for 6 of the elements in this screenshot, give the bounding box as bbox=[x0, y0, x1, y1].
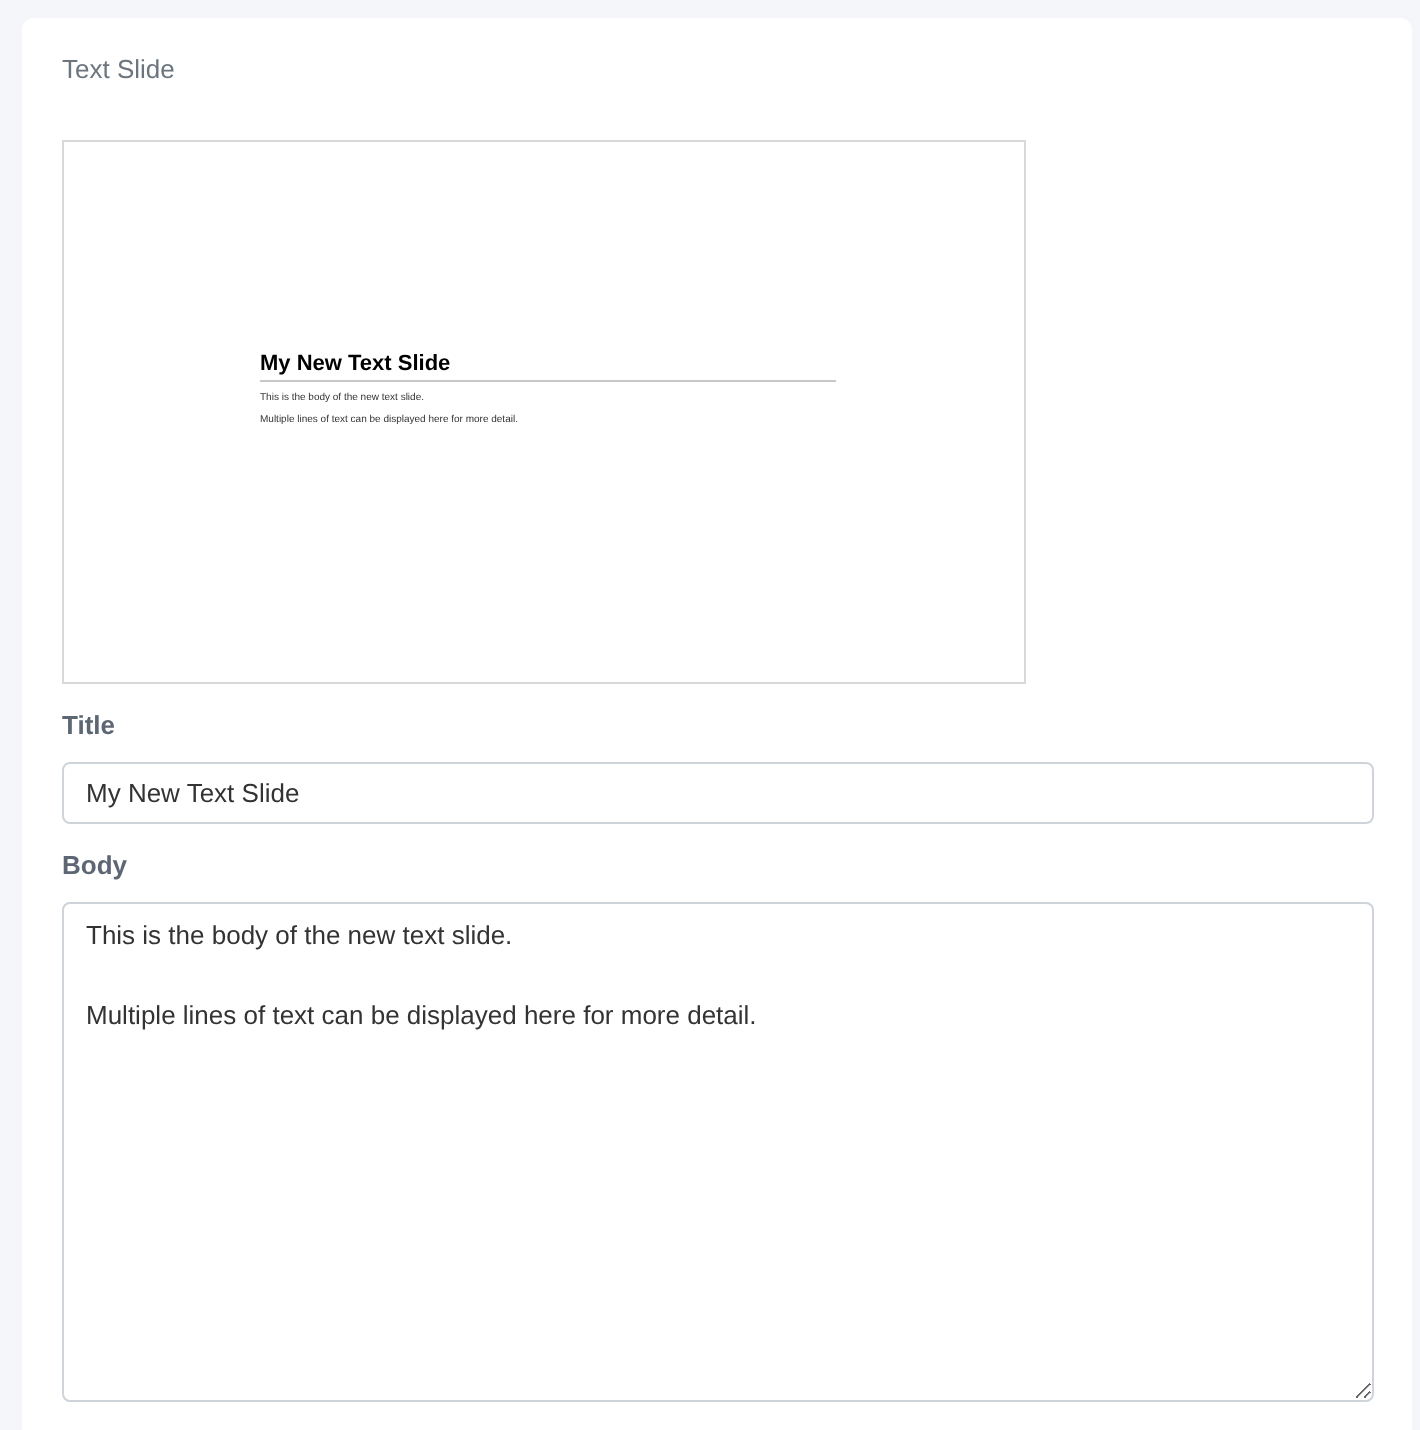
body-textarea[interactable]: This is the body of the new text slide. Multiple lines of text can be displayed here for more detail. bbox=[62, 902, 1374, 1402]
card-title: Text Slide bbox=[62, 52, 177, 88]
field-label: Body bbox=[62, 848, 129, 884]
slide-title: My New Text Slide bbox=[260, 350, 836, 382]
title-input[interactable]: My New Text Slide bbox=[62, 762, 1374, 824]
field-label: Title bbox=[62, 708, 117, 744]
